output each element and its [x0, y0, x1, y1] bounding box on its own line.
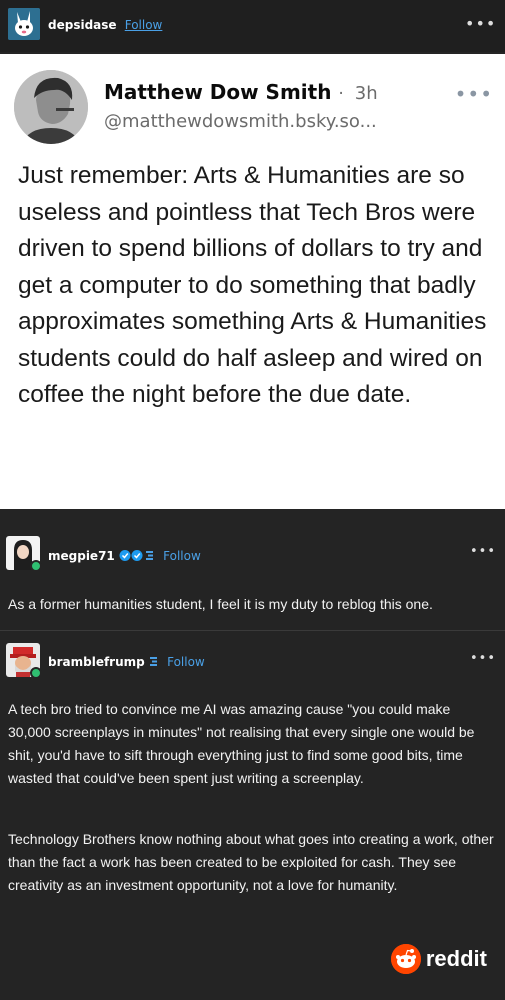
- tumblr-mart-badge-icon: [149, 657, 157, 666]
- username-text[interactable]: depsidase: [48, 18, 117, 32]
- follow-link[interactable]: Follow: [167, 655, 205, 669]
- author-avatar: [14, 70, 88, 144]
- reblog-paragraph: A tech bro tried to convince me AI was a…: [8, 701, 475, 786]
- username-text[interactable]: bramblefrump: [48, 655, 145, 669]
- reddit-logo-icon: [390, 944, 421, 974]
- follow-link[interactable]: Follow: [163, 549, 201, 563]
- embed-more-options-icon: •••: [454, 82, 493, 106]
- embedded-post-text: Just remember: Arts & Humanities are so …: [18, 162, 487, 408]
- follow-link[interactable]: Follow: [125, 18, 163, 32]
- more-options-icon[interactable]: •••: [470, 651, 496, 666]
- reblog-text: As a former humanities student, I feel i…: [8, 596, 433, 612]
- author-handle: @matthewdowsmith.bsky.so...: [104, 111, 377, 132]
- verified-badges-icon: [119, 550, 153, 561]
- bunny-icon: [8, 8, 40, 40]
- username: depsidase Follow: [48, 18, 162, 32]
- embedded-post: Matthew Dow Smith · 3h @matthewdowsmith.…: [0, 54, 505, 509]
- divider: [0, 630, 505, 631]
- more-options-icon[interactable]: •••: [465, 14, 496, 33]
- author-portrait-icon: [14, 70, 88, 144]
- avatar[interactable]: [8, 8, 40, 40]
- author-name-text: Matthew Dow Smith: [104, 80, 332, 104]
- reblog-username: megpie71 Follow: [48, 549, 201, 563]
- post-time: 3h: [354, 83, 378, 104]
- post-header: depsidase Follow •••: [0, 0, 505, 52]
- reddit-watermark: reddit: [390, 944, 487, 974]
- status-badge: [30, 560, 42, 572]
- reddit-wordmark: reddit: [425, 946, 487, 971]
- reblog-paragraph: Technology Brothers know nothing about w…: [8, 831, 494, 893]
- reddit-snoo-icon: [390, 944, 421, 974]
- more-options-icon[interactable]: •••: [470, 544, 496, 559]
- separator: ·: [338, 84, 344, 104]
- reblog-username: bramblefrump Follow: [48, 655, 205, 669]
- username-text[interactable]: megpie71: [48, 549, 115, 563]
- status-badge: [30, 667, 42, 679]
- author-name: Matthew Dow Smith · 3h: [104, 80, 378, 104]
